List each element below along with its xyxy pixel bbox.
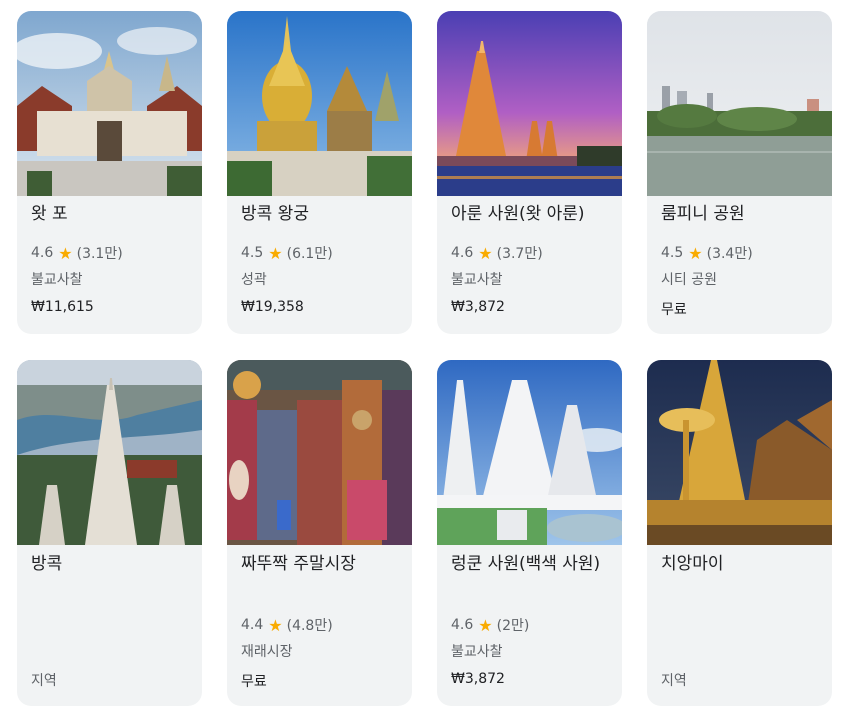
place-type: 지역 (661, 673, 687, 689)
chiang-mai-photo (647, 360, 832, 545)
place-type: 불교사찰 (451, 272, 503, 288)
place-type: 재래시장 (241, 644, 293, 660)
star-icon: ★ (268, 615, 283, 635)
card-title: 치앙마이 (661, 554, 724, 574)
attraction-card-grand-palace[interactable]: 방콕 왕궁 4.5 ★ (6.1만) 성곽 ₩19,358 (227, 11, 412, 334)
rating-value: 4.6 (31, 245, 54, 261)
card-title: 룸피니 공원 (661, 204, 745, 224)
attractions-grid: 왓 포 4.6 ★ (3.1만) 불교사찰 ₩11,615 방콕 왕궁 4.5 … (17, 11, 832, 706)
review-count: (4.8만) (286, 618, 333, 634)
rating-value: 4.5 (661, 245, 684, 261)
star-icon: ★ (268, 243, 283, 263)
card-title: 왓 포 (31, 204, 68, 224)
star-icon: ★ (478, 615, 493, 635)
card-title: 렁쿤 사원(백색 사원) (451, 554, 601, 574)
review-count: (3.1만) (76, 246, 123, 262)
rating-row: 4.4 ★ (4.8만) (241, 615, 333, 635)
price: ₩11,615 (31, 299, 94, 315)
star-icon: ★ (58, 243, 73, 263)
place-type: 불교사찰 (451, 644, 503, 660)
lumphini-park-photo (647, 11, 832, 196)
review-count: (2만) (496, 618, 530, 634)
attraction-card-chatuchak-market[interactable]: 짜뚜짝 주말시장 4.4 ★ (4.8만) 재래시장 무료 (227, 360, 412, 706)
wat-arun-photo (437, 11, 622, 196)
rating-value: 4.6 (451, 617, 474, 633)
place-type: 성곽 (241, 272, 267, 288)
review-count: (3.7만) (496, 246, 543, 262)
star-icon: ★ (688, 243, 703, 263)
price: ₩3,872 (451, 671, 505, 687)
card-title: 짜뚜짝 주말시장 (241, 554, 356, 574)
rating-value: 4.4 (241, 617, 264, 633)
card-title: 아룬 사원(왓 아룬) (451, 204, 585, 224)
star-icon: ★ (478, 243, 493, 263)
price: ₩19,358 (241, 299, 304, 315)
white-temple-photo (437, 360, 622, 545)
rating-row: 4.6 ★ (3.1만) (31, 243, 123, 263)
attraction-card-lumphini-park[interactable]: 룸피니 공원 4.5 ★ (3.4만) 시티 공원 무료 (647, 11, 832, 334)
place-type: 지역 (31, 673, 57, 689)
attraction-card-chiang-mai[interactable]: 치앙마이 지역 (647, 360, 832, 706)
rating-row: 4.6 ★ (3.7만) (451, 243, 543, 263)
wat-pho-photo (17, 11, 202, 196)
rating-value: 4.6 (451, 245, 474, 261)
card-title: 방콕 (31, 554, 63, 574)
attraction-card-wat-arun[interactable]: 아룬 사원(왓 아룬) 4.6 ★ (3.7만) 불교사찰 ₩3,872 (437, 11, 622, 334)
place-type: 시티 공원 (661, 272, 717, 288)
review-count: (6.1만) (286, 246, 333, 262)
rating-row: 4.5 ★ (3.4만) (661, 243, 753, 263)
price: 무료 (241, 674, 267, 690)
attraction-card-wat-pho[interactable]: 왓 포 4.6 ★ (3.1만) 불교사찰 ₩11,615 (17, 11, 202, 334)
rating-row: 4.6 ★ (2만) (451, 615, 529, 635)
rating-row: 4.5 ★ (6.1만) (241, 243, 333, 263)
rating-value: 4.5 (241, 245, 264, 261)
review-count: (3.4만) (706, 246, 753, 262)
attraction-card-white-temple[interactable]: 렁쿤 사원(백색 사원) 4.6 ★ (2만) 불교사찰 ₩3,872 (437, 360, 622, 706)
place-type: 불교사찰 (31, 272, 83, 288)
card-title: 방콕 왕궁 (241, 204, 309, 224)
price: ₩3,872 (451, 299, 505, 315)
attraction-card-bangkok[interactable]: 방콕 지역 (17, 360, 202, 706)
chatuchak-market-photo (227, 360, 412, 545)
grand-palace-photo (227, 11, 412, 196)
bangkok-photo (17, 360, 202, 545)
price: 무료 (661, 302, 687, 318)
